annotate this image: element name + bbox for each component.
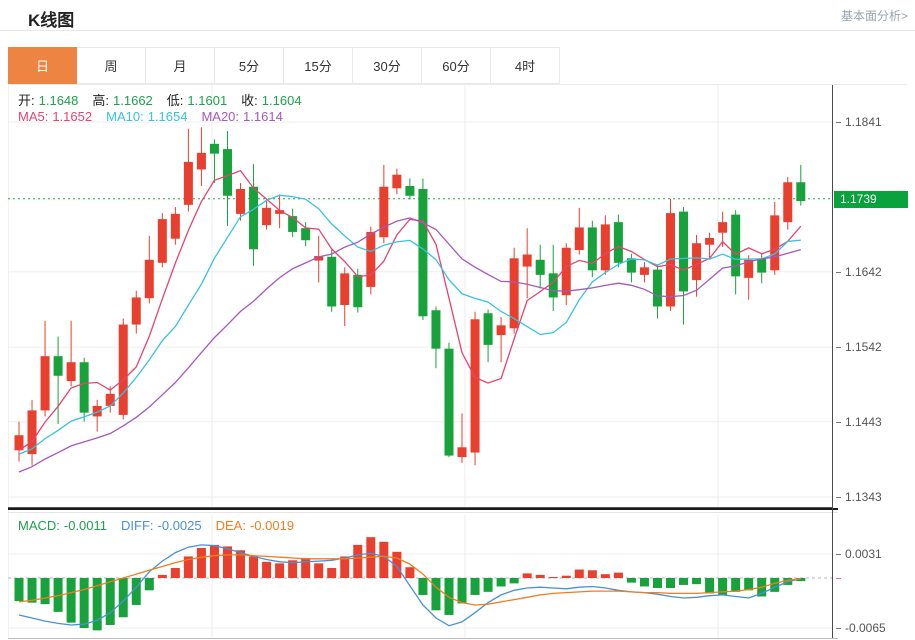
price-axis-label: 1.1642 — [845, 265, 882, 279]
price-axis-label: 1.1443 — [845, 415, 882, 429]
page-title: K线图 — [28, 6, 74, 31]
ohlc-info-line: 开: 1.1648 高: 1.1662 低:1.1601 收: 1.1604 — [18, 90, 316, 109]
macd-panel-bottom-border — [8, 638, 838, 639]
macd-info-line: MACD: -0.0011 DIFF: -0.0025 DEA: -0.0019 — [18, 518, 308, 533]
macd-chart[interactable] — [8, 515, 832, 639]
info-value: 1.1654 — [148, 109, 188, 124]
macd-axis-label-tick — [836, 554, 841, 555]
period-tabbar: 日周月5分15分30分60分4时 — [8, 47, 560, 84]
ma-info-line: MA5: 1.1652 MA10: 1.1654 MA20: 1.1614 — [18, 109, 297, 124]
price-axis-line — [832, 85, 833, 638]
macd-axis-label-tick — [836, 628, 841, 629]
candlestick-chart[interactable] — [8, 85, 832, 509]
price-axis-label: 1.1343 — [845, 490, 882, 504]
fundamental-analysis-link[interactable]: 基本面分析> — [841, 7, 908, 24]
info-label: MA10: — [106, 109, 144, 124]
info-value: 1.1604 — [262, 93, 302, 108]
info-value: 1.1652 — [52, 109, 92, 124]
info-value: 1.1662 — [113, 93, 153, 108]
info-label: MA20: — [201, 109, 239, 124]
tab-month[interactable]: 月 — [146, 47, 215, 84]
info-label: 开: — [18, 93, 35, 108]
macd-zero-tick — [836, 578, 841, 579]
panel-divider — [8, 512, 838, 513]
info-label: DIFF: — [121, 518, 154, 533]
info-label: 收: — [241, 93, 258, 108]
price-axis-label-tick — [836, 122, 841, 123]
info-label: 高: — [92, 93, 109, 108]
tab-60min[interactable]: 60分 — [422, 47, 491, 84]
tab-day[interactable]: 日 — [8, 47, 77, 84]
info-value: -0.0025 — [158, 518, 202, 533]
tab-4hour[interactable]: 4时 — [491, 47, 560, 84]
info-label: MACD: — [18, 518, 60, 533]
tab-15min[interactable]: 15分 — [284, 47, 353, 84]
tab-30min[interactable]: 30分 — [353, 47, 422, 84]
tab-5min[interactable]: 5分 — [215, 47, 284, 84]
info-value: -0.0019 — [250, 518, 294, 533]
macd-axis-label: 0.0031 — [845, 547, 882, 561]
info-value: 1.1601 — [187, 93, 227, 108]
title-divider — [0, 30, 915, 31]
price-axis-label-tick — [836, 272, 841, 273]
price-axis-label-tick — [836, 347, 841, 348]
tab-week[interactable]: 周 — [77, 47, 146, 84]
main-panel-bottom-border — [8, 508, 838, 510]
info-value: 1.1614 — [243, 109, 283, 124]
info-label: 低: — [167, 93, 184, 108]
info-value: -0.0011 — [64, 518, 107, 533]
info-label: DEA: — [216, 518, 246, 533]
price-axis-label: 1.1542 — [845, 340, 882, 354]
price-axis-label: 1.1841 — [845, 115, 882, 129]
macd-axis-label: -0.0065 — [845, 621, 886, 635]
price-axis-label-tick — [836, 422, 841, 423]
info-label: MA5: — [18, 109, 48, 124]
current-price-tag: 1.1739 — [834, 191, 908, 208]
info-value: 1.1648 — [39, 93, 79, 108]
price-axis-label-tick — [836, 497, 841, 498]
